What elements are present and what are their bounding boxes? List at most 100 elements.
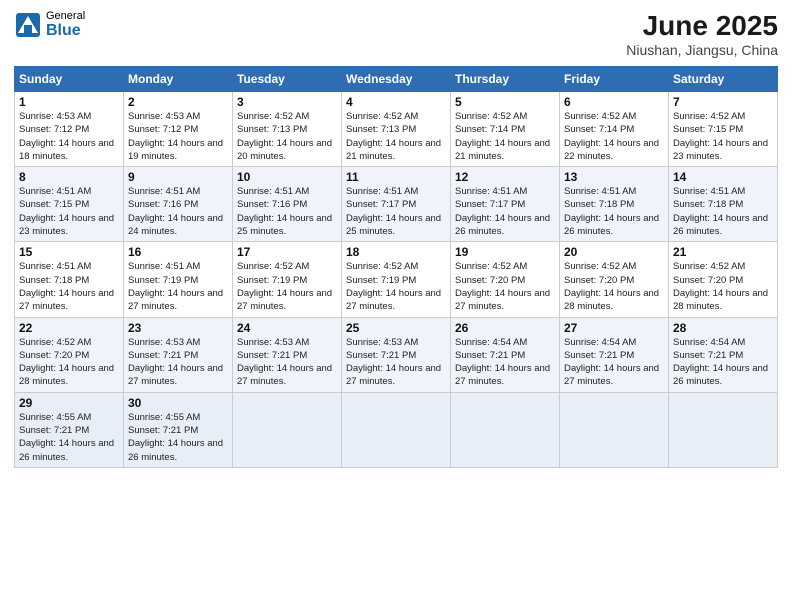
day-info: Sunrise: 4:51 AMSunset: 7:18 PMDaylight:… <box>564 186 659 237</box>
day-number: 4 <box>346 95 446 109</box>
table-row: 23 Sunrise: 4:53 AMSunset: 7:21 PMDaylig… <box>124 317 233 392</box>
table-row: 29 Sunrise: 4:55 AMSunset: 7:21 PMDaylig… <box>15 392 124 467</box>
table-row: 21 Sunrise: 4:52 AMSunset: 7:20 PMDaylig… <box>669 242 778 317</box>
day-info: Sunrise: 4:51 AMSunset: 7:19 PMDaylight:… <box>128 261 223 312</box>
table-row: 4 Sunrise: 4:52 AMSunset: 7:13 PMDayligh… <box>342 92 451 167</box>
table-row: 14 Sunrise: 4:51 AMSunset: 7:18 PMDaylig… <box>669 167 778 242</box>
col-wednesday: Wednesday <box>342 67 451 92</box>
table-row: 1 Sunrise: 4:53 AMSunset: 7:12 PMDayligh… <box>15 92 124 167</box>
col-monday: Monday <box>124 67 233 92</box>
day-info: Sunrise: 4:53 AMSunset: 7:21 PMDaylight:… <box>237 337 332 388</box>
col-tuesday: Tuesday <box>233 67 342 92</box>
table-row: 20 Sunrise: 4:52 AMSunset: 7:20 PMDaylig… <box>560 242 669 317</box>
table-row <box>233 392 342 467</box>
day-number: 3 <box>237 95 337 109</box>
calendar-week-row: 29 Sunrise: 4:55 AMSunset: 7:21 PMDaylig… <box>15 392 778 467</box>
col-saturday: Saturday <box>669 67 778 92</box>
day-info: Sunrise: 4:52 AMSunset: 7:20 PMDaylight:… <box>455 261 550 312</box>
table-row: 7 Sunrise: 4:52 AMSunset: 7:15 PMDayligh… <box>669 92 778 167</box>
col-thursday: Thursday <box>451 67 560 92</box>
day-info: Sunrise: 4:51 AMSunset: 7:17 PMDaylight:… <box>455 186 550 237</box>
day-info: Sunrise: 4:53 AMSunset: 7:21 PMDaylight:… <box>128 337 223 388</box>
logo-text: General Blue <box>46 10 85 40</box>
day-number: 24 <box>237 321 337 335</box>
logo-general: General <box>46 10 85 22</box>
day-number: 16 <box>128 245 228 259</box>
day-info: Sunrise: 4:55 AMSunset: 7:21 PMDaylight:… <box>128 412 223 463</box>
table-row: 6 Sunrise: 4:52 AMSunset: 7:14 PMDayligh… <box>560 92 669 167</box>
table-row: 28 Sunrise: 4:54 AMSunset: 7:21 PMDaylig… <box>669 317 778 392</box>
table-row <box>669 392 778 467</box>
day-info: Sunrise: 4:53 AMSunset: 7:21 PMDaylight:… <box>346 337 441 388</box>
table-row: 5 Sunrise: 4:52 AMSunset: 7:14 PMDayligh… <box>451 92 560 167</box>
day-number: 12 <box>455 170 555 184</box>
day-info: Sunrise: 4:52 AMSunset: 7:19 PMDaylight:… <box>346 261 441 312</box>
calendar: Sunday Monday Tuesday Wednesday Thursday… <box>14 66 778 468</box>
calendar-week-row: 8 Sunrise: 4:51 AMSunset: 7:15 PMDayligh… <box>15 167 778 242</box>
table-row: 11 Sunrise: 4:51 AMSunset: 7:17 PMDaylig… <box>342 167 451 242</box>
day-info: Sunrise: 4:54 AMSunset: 7:21 PMDaylight:… <box>564 337 659 388</box>
day-number: 18 <box>346 245 446 259</box>
col-sunday: Sunday <box>15 67 124 92</box>
day-info: Sunrise: 4:51 AMSunset: 7:16 PMDaylight:… <box>237 186 332 237</box>
day-number: 10 <box>237 170 337 184</box>
subtitle: Niushan, Jiangsu, China <box>626 42 778 58</box>
table-row: 16 Sunrise: 4:51 AMSunset: 7:19 PMDaylig… <box>124 242 233 317</box>
day-number: 8 <box>19 170 119 184</box>
logo-blue: Blue <box>46 22 85 40</box>
table-row: 17 Sunrise: 4:52 AMSunset: 7:19 PMDaylig… <box>233 242 342 317</box>
day-info: Sunrise: 4:52 AMSunset: 7:20 PMDaylight:… <box>19 337 114 388</box>
table-row: 18 Sunrise: 4:52 AMSunset: 7:19 PMDaylig… <box>342 242 451 317</box>
day-info: Sunrise: 4:54 AMSunset: 7:21 PMDaylight:… <box>673 337 768 388</box>
table-row: 26 Sunrise: 4:54 AMSunset: 7:21 PMDaylig… <box>451 317 560 392</box>
title-block: June 2025 Niushan, Jiangsu, China <box>626 10 778 58</box>
day-number: 20 <box>564 245 664 259</box>
calendar-week-row: 22 Sunrise: 4:52 AMSunset: 7:20 PMDaylig… <box>15 317 778 392</box>
logo: General Blue <box>14 10 85 40</box>
table-row <box>451 392 560 467</box>
day-info: Sunrise: 4:52 AMSunset: 7:13 PMDaylight:… <box>237 111 332 162</box>
day-number: 22 <box>19 321 119 335</box>
table-row: 2 Sunrise: 4:53 AMSunset: 7:12 PMDayligh… <box>124 92 233 167</box>
day-info: Sunrise: 4:53 AMSunset: 7:12 PMDaylight:… <box>19 111 114 162</box>
table-row: 9 Sunrise: 4:51 AMSunset: 7:16 PMDayligh… <box>124 167 233 242</box>
day-info: Sunrise: 4:53 AMSunset: 7:12 PMDaylight:… <box>128 111 223 162</box>
calendar-week-row: 1 Sunrise: 4:53 AMSunset: 7:12 PMDayligh… <box>15 92 778 167</box>
table-row <box>560 392 669 467</box>
calendar-header-row: Sunday Monday Tuesday Wednesday Thursday… <box>15 67 778 92</box>
table-row: 15 Sunrise: 4:51 AMSunset: 7:18 PMDaylig… <box>15 242 124 317</box>
col-friday: Friday <box>560 67 669 92</box>
table-row: 8 Sunrise: 4:51 AMSunset: 7:15 PMDayligh… <box>15 167 124 242</box>
day-number: 26 <box>455 321 555 335</box>
day-number: 5 <box>455 95 555 109</box>
day-info: Sunrise: 4:52 AMSunset: 7:14 PMDaylight:… <box>455 111 550 162</box>
table-row <box>342 392 451 467</box>
day-info: Sunrise: 4:51 AMSunset: 7:16 PMDaylight:… <box>128 186 223 237</box>
day-number: 29 <box>19 396 119 410</box>
page: General Blue June 2025 Niushan, Jiangsu,… <box>0 0 792 612</box>
day-number: 1 <box>19 95 119 109</box>
day-info: Sunrise: 4:51 AMSunset: 7:18 PMDaylight:… <box>19 261 114 312</box>
day-info: Sunrise: 4:52 AMSunset: 7:13 PMDaylight:… <box>346 111 441 162</box>
day-number: 2 <box>128 95 228 109</box>
day-info: Sunrise: 4:52 AMSunset: 7:15 PMDaylight:… <box>673 111 768 162</box>
day-info: Sunrise: 4:54 AMSunset: 7:21 PMDaylight:… <box>455 337 550 388</box>
table-row: 12 Sunrise: 4:51 AMSunset: 7:17 PMDaylig… <box>451 167 560 242</box>
table-row: 19 Sunrise: 4:52 AMSunset: 7:20 PMDaylig… <box>451 242 560 317</box>
main-title: June 2025 <box>626 10 778 42</box>
calendar-week-row: 15 Sunrise: 4:51 AMSunset: 7:18 PMDaylig… <box>15 242 778 317</box>
day-number: 14 <box>673 170 773 184</box>
table-row: 10 Sunrise: 4:51 AMSunset: 7:16 PMDaylig… <box>233 167 342 242</box>
day-info: Sunrise: 4:51 AMSunset: 7:15 PMDaylight:… <box>19 186 114 237</box>
day-number: 15 <box>19 245 119 259</box>
day-info: Sunrise: 4:51 AMSunset: 7:18 PMDaylight:… <box>673 186 768 237</box>
day-number: 30 <box>128 396 228 410</box>
header: General Blue June 2025 Niushan, Jiangsu,… <box>14 10 778 58</box>
table-row: 13 Sunrise: 4:51 AMSunset: 7:18 PMDaylig… <box>560 167 669 242</box>
day-info: Sunrise: 4:51 AMSunset: 7:17 PMDaylight:… <box>346 186 441 237</box>
day-number: 25 <box>346 321 446 335</box>
day-number: 11 <box>346 170 446 184</box>
day-number: 6 <box>564 95 664 109</box>
day-number: 27 <box>564 321 664 335</box>
day-info: Sunrise: 4:52 AMSunset: 7:20 PMDaylight:… <box>564 261 659 312</box>
